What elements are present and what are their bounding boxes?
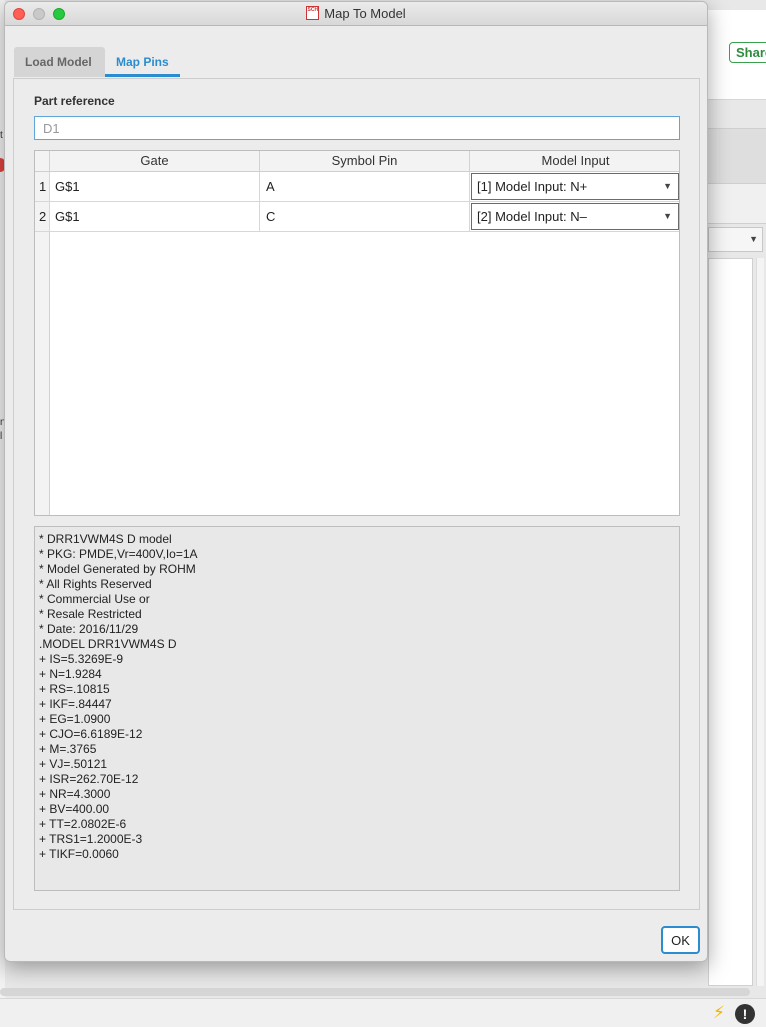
- table-row[interactable]: 1 G$1 A [1] Model Input: N+ ▼: [35, 172, 679, 202]
- model-text-line: + NR=4.3000: [39, 787, 111, 801]
- model-text-line: + VJ=.50121: [39, 757, 108, 771]
- model-text-line: + M=.3765: [39, 742, 97, 756]
- model-input-select[interactable]: [1] Model Input: N+ ▼: [471, 173, 679, 200]
- model-text-line: + N=1.9284: [39, 667, 102, 681]
- model-text-line: + RS=.10815: [39, 682, 110, 696]
- model-text-line: .MODEL DRR1VWM4S D: [39, 637, 177, 651]
- model-text-line: * Resale Restricted: [39, 607, 142, 621]
- spice-model-text[interactable]: * DRR1VWM4S D model * PKG: PMDE,Vr=400V,…: [34, 526, 680, 891]
- model-input-cell: [2] Model Input: N– ▼: [470, 202, 679, 231]
- background-dropdown[interactable]: ▼: [708, 227, 763, 252]
- ok-button[interactable]: OK: [661, 926, 700, 954]
- column-header-gate[interactable]: Gate: [50, 151, 260, 171]
- model-text-line: * Model Generated by ROHM: [39, 562, 196, 576]
- row-number-header: [35, 151, 50, 171]
- model-text-line: + IKF=.84447: [39, 697, 112, 711]
- model-text-line: + TT=2.0802E-6: [39, 817, 127, 831]
- part-reference-input[interactable]: [34, 116, 680, 140]
- model-text-line: + TIKF=0.0060: [39, 847, 119, 861]
- symbol-pin-cell[interactable]: A: [260, 172, 470, 201]
- model-input-selected-value: [1] Model Input: N+: [477, 179, 588, 194]
- background-content-pane: [708, 258, 753, 986]
- title-bar[interactable]: SCH Map To Model: [5, 2, 707, 26]
- model-text-line: + EG=1.0900: [39, 712, 111, 726]
- alert-icon[interactable]: !: [735, 1004, 755, 1024]
- chevron-down-icon: ▼: [663, 181, 672, 191]
- pin-mapping-table: Gate Symbol Pin Model Input 1 G$1 A [1] …: [34, 150, 680, 516]
- map-pins-panel: Part reference Gate Symbol Pin Model Inp…: [13, 78, 700, 910]
- background-subheader: [708, 184, 766, 224]
- row-number: 1: [35, 172, 50, 201]
- background-horizontal-scrollbar[interactable]: [0, 988, 750, 996]
- model-text-line: * Commercial Use or: [39, 592, 150, 606]
- chevron-down-icon: ▼: [749, 234, 758, 244]
- share-button[interactable]: Share: [729, 42, 766, 63]
- model-text-line: + TRS1=1.2000E-3: [39, 832, 143, 846]
- model-text-line: + ISR=262.70E-12: [39, 772, 139, 786]
- model-text-line: + CJO=6.6189E-12: [39, 727, 143, 741]
- model-text-line: * All Rights Reserved: [39, 577, 152, 591]
- model-text-line: + IS=5.3269E-9: [39, 652, 124, 666]
- model-text-line: * PKG: PMDE,Vr=400V,Io=1A: [39, 547, 198, 561]
- chevron-down-icon: ▼: [663, 211, 672, 221]
- model-input-select[interactable]: [2] Model Input: N– ▼: [471, 203, 679, 230]
- gate-cell[interactable]: G$1: [50, 172, 260, 201]
- map-to-model-dialog: SCH Map To Model Load Model Map Pins Part…: [4, 1, 708, 962]
- tab-map-pins[interactable]: Map Pins: [105, 47, 180, 77]
- gate-cell[interactable]: G$1: [50, 202, 260, 231]
- background-header-bar: [708, 128, 766, 184]
- column-header-model-input[interactable]: Model Input: [470, 151, 679, 171]
- background-vertical-scrollbar[interactable]: [756, 258, 764, 986]
- row-number: 2: [35, 202, 50, 231]
- model-input-cell: [1] Model Input: N+ ▼: [470, 172, 679, 201]
- part-reference-label: Part reference: [34, 94, 115, 108]
- column-header-symbol-pin[interactable]: Symbol Pin: [260, 151, 470, 171]
- model-text-line: * DRR1VWM4S D model: [39, 532, 172, 546]
- schematic-app-icon: SCH: [306, 6, 320, 20]
- model-input-selected-value: [2] Model Input: N–: [477, 209, 587, 224]
- status-bar: [0, 998, 766, 1027]
- symbol-pin-cell[interactable]: C: [260, 202, 470, 231]
- window-title-area: SCH Map To Model: [5, 2, 707, 26]
- lightning-bolt-icon[interactable]: ⚡: [709, 1003, 729, 1023]
- window-title: Map To Model: [324, 6, 406, 21]
- table-header: Gate Symbol Pin Model Input: [35, 151, 679, 172]
- tab-load-model[interactable]: Load Model: [14, 47, 105, 77]
- model-text-line: + BV=400.00: [39, 802, 110, 816]
- table-row[interactable]: 2 G$1 C [2] Model Input: N– ▼: [35, 202, 679, 232]
- model-text-line: * Date: 2016/11/29: [39, 622, 139, 636]
